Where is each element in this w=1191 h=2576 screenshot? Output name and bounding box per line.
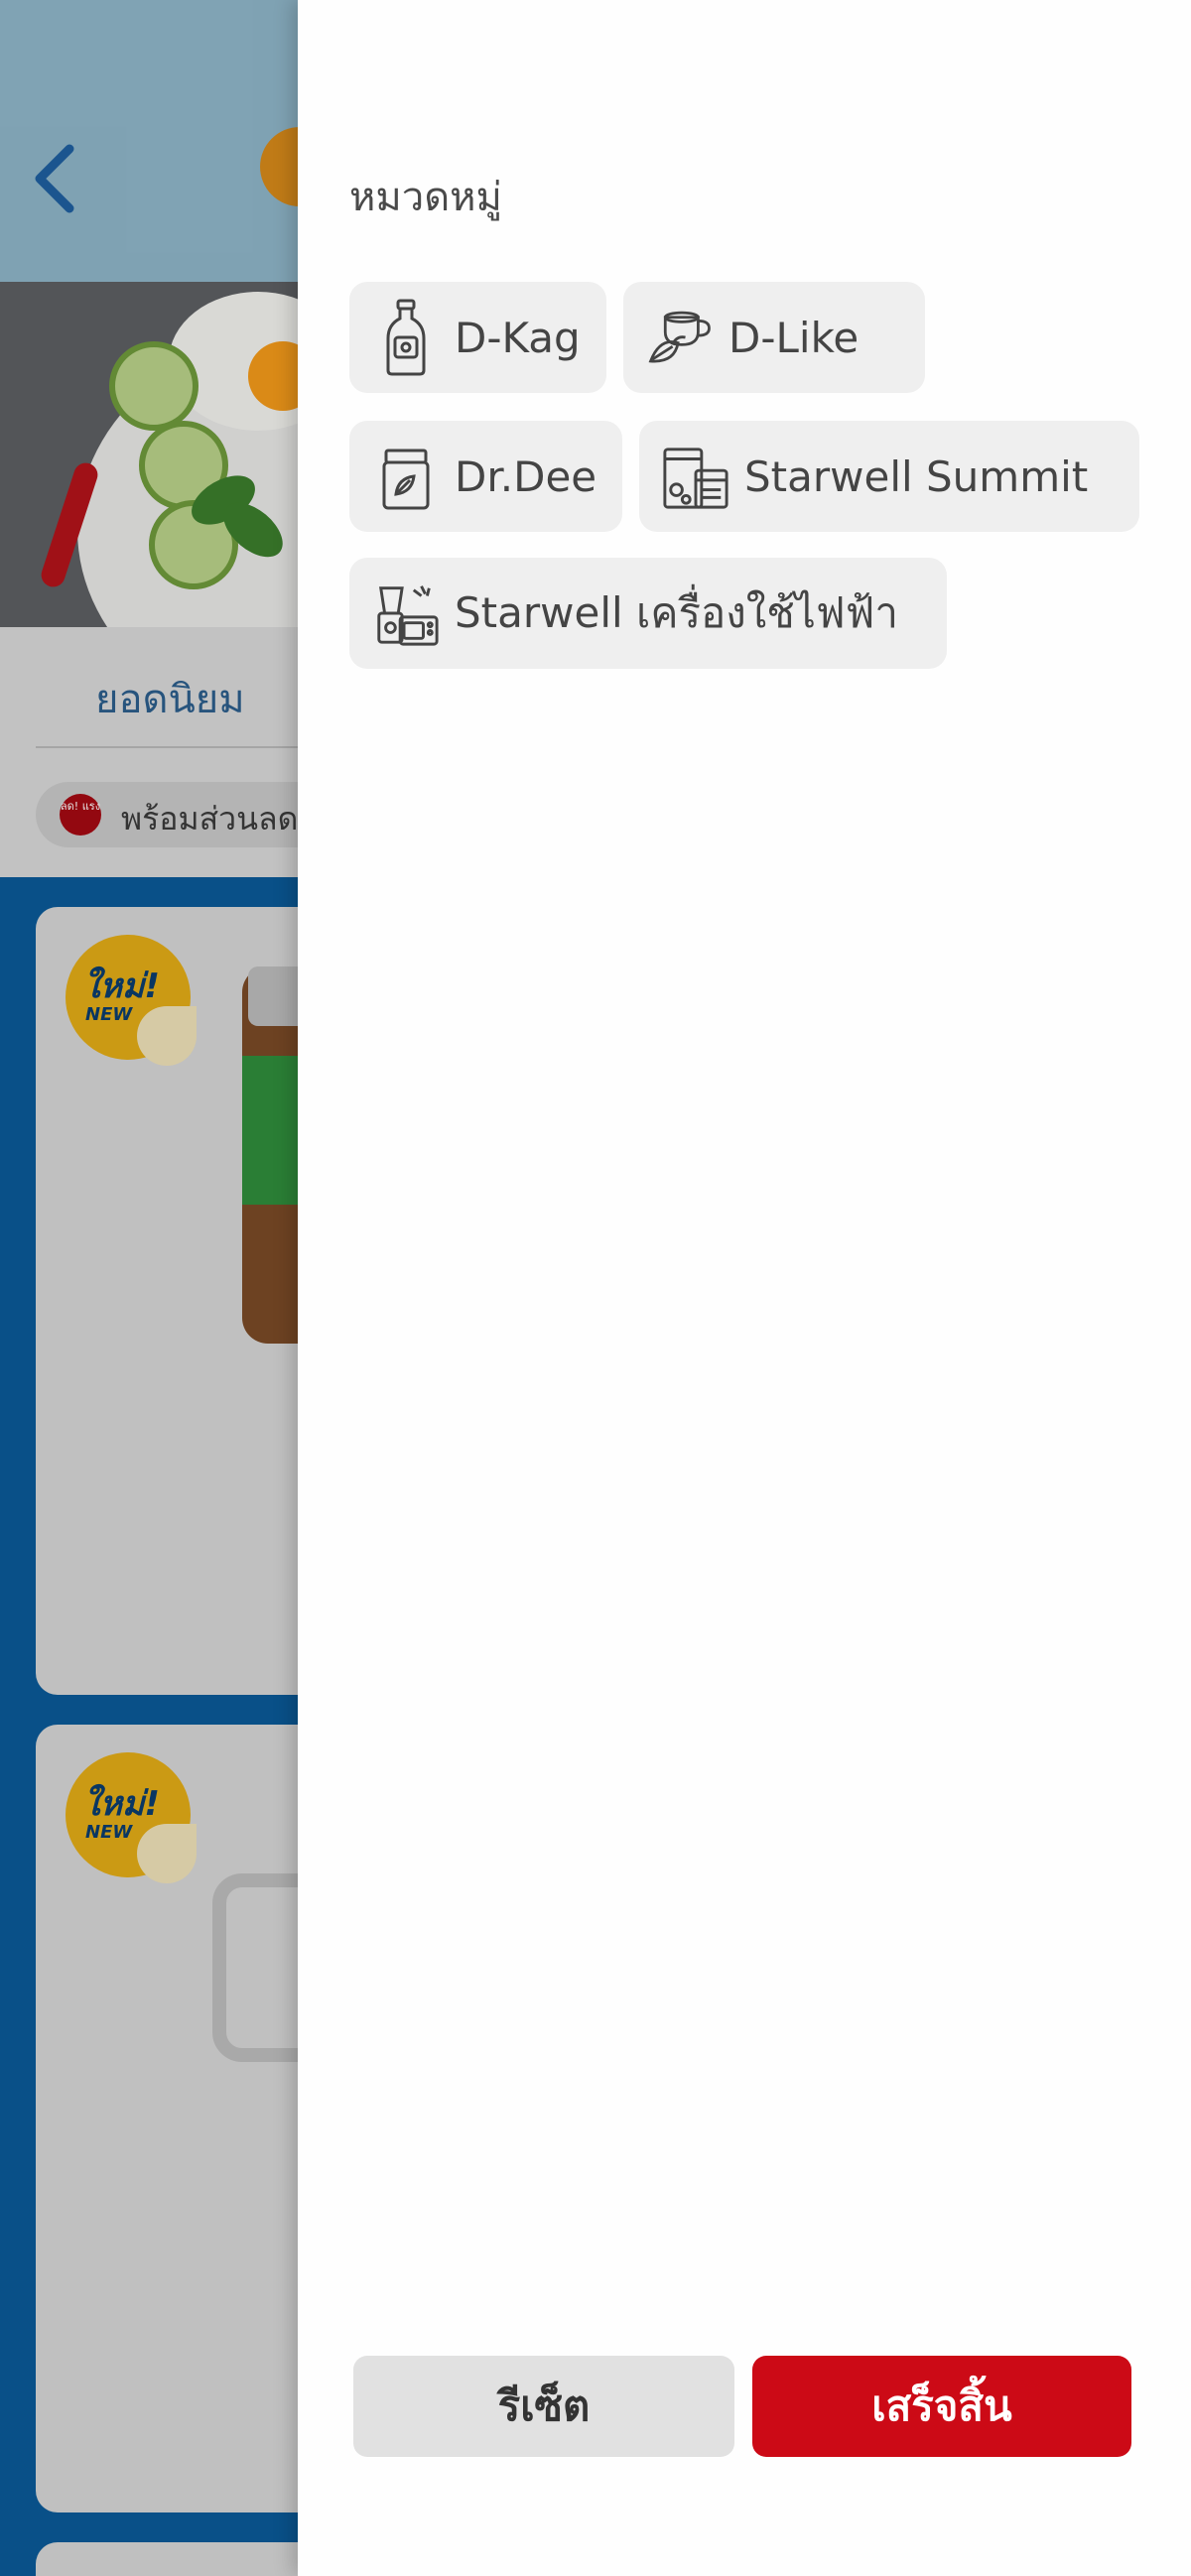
category-label: D-Kag	[455, 313, 581, 362]
drawer-title: หมวดหมู่	[349, 175, 502, 220]
appliances-icon	[371, 574, 441, 653]
sauce-bottle-icon	[371, 298, 441, 377]
tea-cup-icon	[645, 298, 715, 377]
reset-button[interactable]: รีเซ็ต	[353, 2356, 734, 2457]
category-chip-starwell-appliances[interactable]: Starwell เครื่องใช้ไฟฟ้า	[349, 558, 947, 669]
category-chip-starwell-summit[interactable]: Starwell Summit	[639, 421, 1139, 532]
category-label: Starwell Summit	[744, 451, 1089, 501]
category-chip-d-kag[interactable]: D-Kag	[349, 282, 606, 393]
category-label: Dr.Dee	[455, 451, 597, 501]
supplement-jar-icon	[371, 437, 441, 516]
category-label: D-Like	[728, 313, 860, 362]
category-chip-dr-dee[interactable]: Dr.Dee	[349, 421, 623, 532]
category-filter-drawer: หมวดหมู่ D-Kag D-Like Dr.Dee Starwell Su…	[298, 0, 1191, 2576]
done-button[interactable]: เสร็จสิ้น	[752, 2356, 1131, 2457]
category-chip-d-like[interactable]: D-Like	[623, 282, 925, 393]
category-label: Starwell เครื่องใช้ไฟฟ้า	[455, 588, 898, 637]
supplement-products-icon	[661, 437, 730, 516]
